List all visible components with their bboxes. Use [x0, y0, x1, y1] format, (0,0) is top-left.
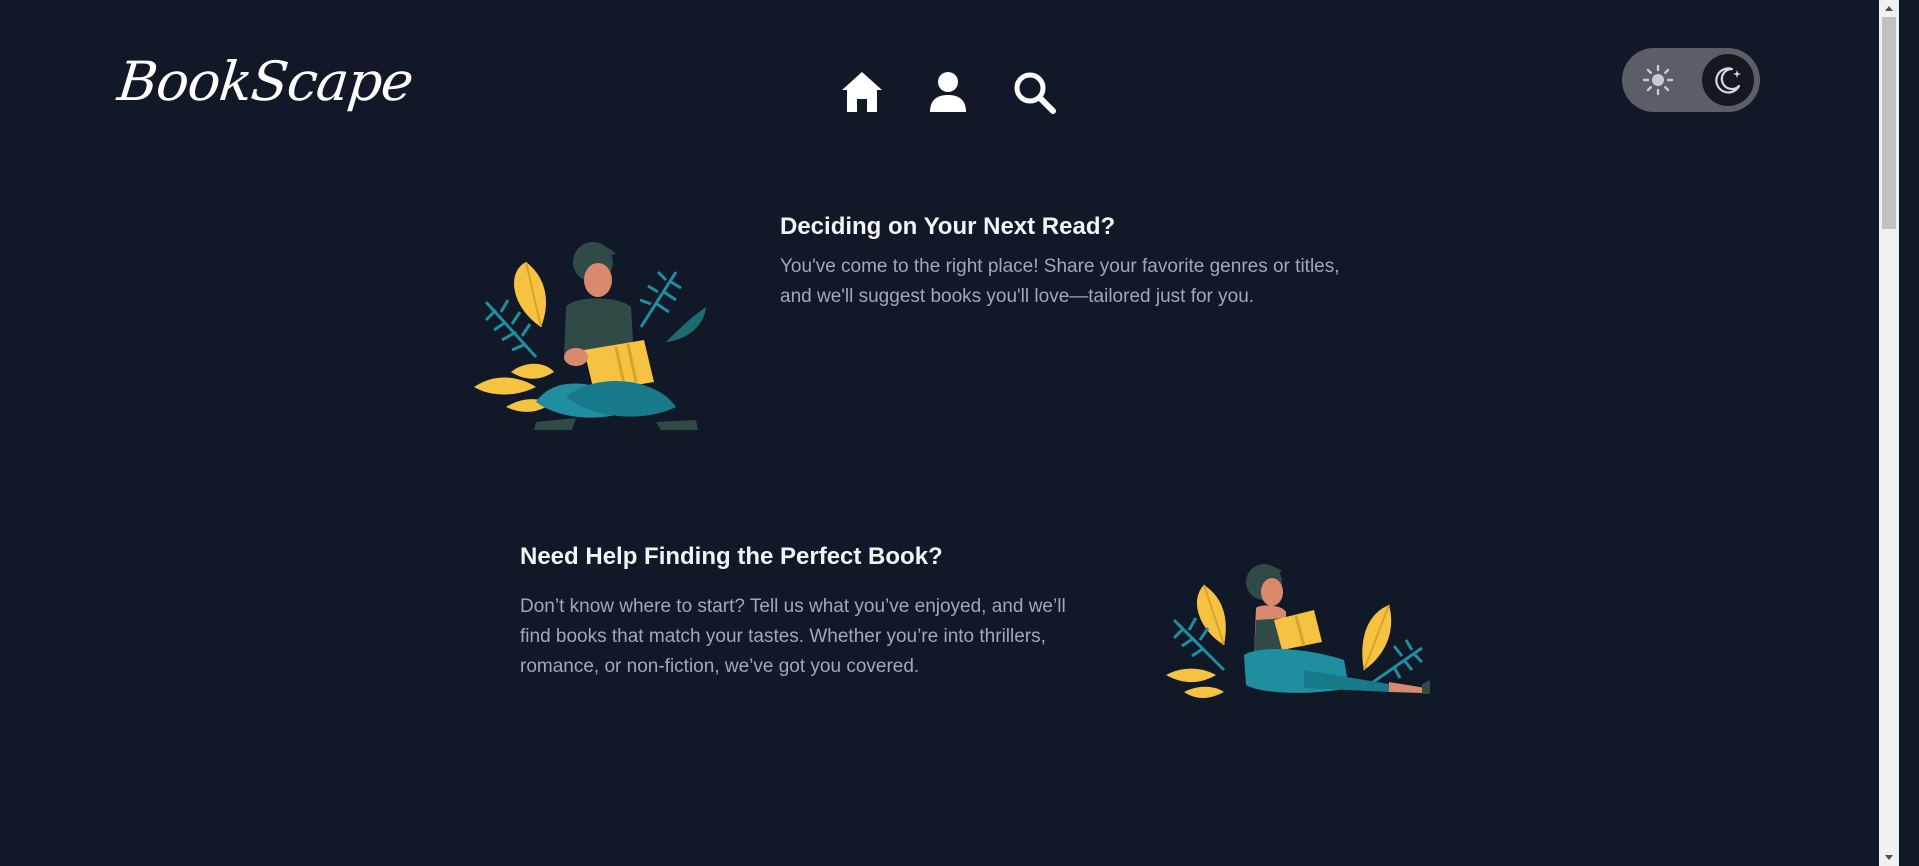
section-next-read-description: You've come to the right place! Share yo…	[780, 252, 1400, 312]
description-line: romance, or non-fiction, we’ve got you c…	[520, 656, 920, 677]
nav-search-button[interactable]	[1010, 68, 1058, 116]
description-line: find books that match your tastes. Wheth…	[520, 626, 1046, 647]
reading-woman-illustration	[1166, 564, 1430, 698]
nav-home-button[interactable]	[838, 68, 886, 116]
scroll-down-arrow-icon[interactable]	[1879, 849, 1899, 866]
moon-icon	[1715, 67, 1741, 94]
scrollbar-thumb[interactable]	[1882, 17, 1896, 229]
user-icon	[930, 72, 966, 112]
home-icon	[842, 72, 882, 112]
vertical-scrollbar[interactable]	[1879, 0, 1899, 866]
sun-icon	[1642, 64, 1674, 96]
search-icon	[1014, 72, 1056, 114]
theme-toggle[interactable]	[1622, 48, 1760, 112]
description-line: Don’t know where to start? Tell us what …	[520, 596, 1066, 617]
page: BookScape Deciding on Your Next Read? Yo…	[0, 0, 1899, 866]
section-perfect-book: Need Help Finding the Perfect Book? Don’…	[520, 542, 1120, 682]
logo[interactable]: BookScape	[115, 50, 416, 113]
section-next-read: Deciding on Your Next Read? You've come …	[780, 212, 1400, 312]
scroll-up-arrow-icon[interactable]	[1879, 0, 1899, 17]
nav-profile-button[interactable]	[924, 68, 972, 116]
reading-man-illustration	[474, 242, 706, 430]
section-perfect-book-description: Don’t know where to start? Tell us what …	[520, 592, 1120, 682]
description-line: and we'll suggest books you'll love—tail…	[780, 286, 1255, 307]
section-perfect-book-title: Need Help Finding the Perfect Book?	[520, 543, 943, 570]
section-next-read-title: Deciding on Your Next Read?	[780, 213, 1116, 240]
toggle-knob	[1702, 54, 1754, 106]
description-line: You've come to the right place! Share yo…	[780, 256, 1340, 277]
